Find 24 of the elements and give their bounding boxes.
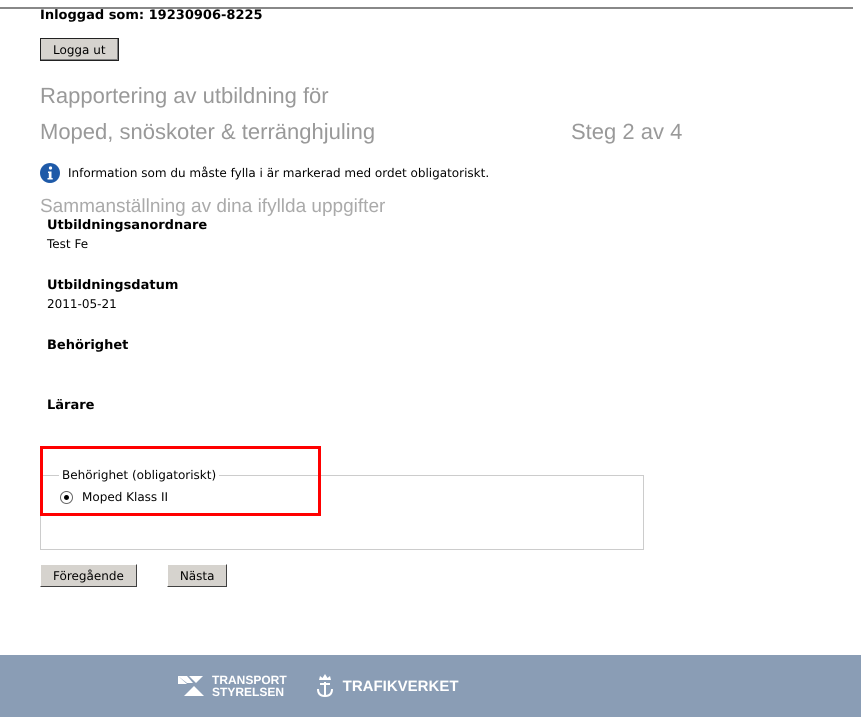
logo-text: STYRELSEN [212, 686, 286, 698]
field-label: Utbildningsdatum [47, 277, 180, 295]
fieldset-legend: Behörighet (obligatoriskt) [59, 468, 220, 482]
radio-button[interactable] [60, 490, 73, 504]
previous-button[interactable]: Föregående [40, 564, 137, 587]
logo-text: TRAFIKVERKET [342, 678, 459, 694]
crown-anchor-icon [314, 673, 335, 699]
field-label: Lärare [47, 397, 96, 415]
info-icon [40, 163, 60, 183]
field-value: 2011-05-21 [47, 296, 118, 313]
section-heading: Sammanställning av dina ifyllda uppgifter [40, 196, 386, 218]
field-value: Test Fe [47, 236, 90, 253]
logo-text: TRANSPORT [212, 674, 287, 686]
field-label: Utbildningsanordnare [47, 217, 208, 235]
logged-in-text: Inloggad som: 19230906-8225 [40, 9, 264, 23]
page-title: Moped, snöskoter & terränghjuling [40, 119, 376, 145]
step-indicator: Steg 2 av 4 [571, 119, 682, 145]
info-text: Information som du måste fylla i är markerad med ordet obligatoriskt. [68, 166, 490, 180]
chevron-logo-icon [178, 674, 204, 698]
field-label: Behörighet [47, 337, 130, 355]
radio-label[interactable]: Moped Klass II [82, 490, 168, 504]
page-title: Rapportering av utbildning för [40, 83, 330, 109]
next-button[interactable]: Nästa [166, 564, 228, 587]
logout-button[interactable]: Logga ut [40, 38, 119, 61]
